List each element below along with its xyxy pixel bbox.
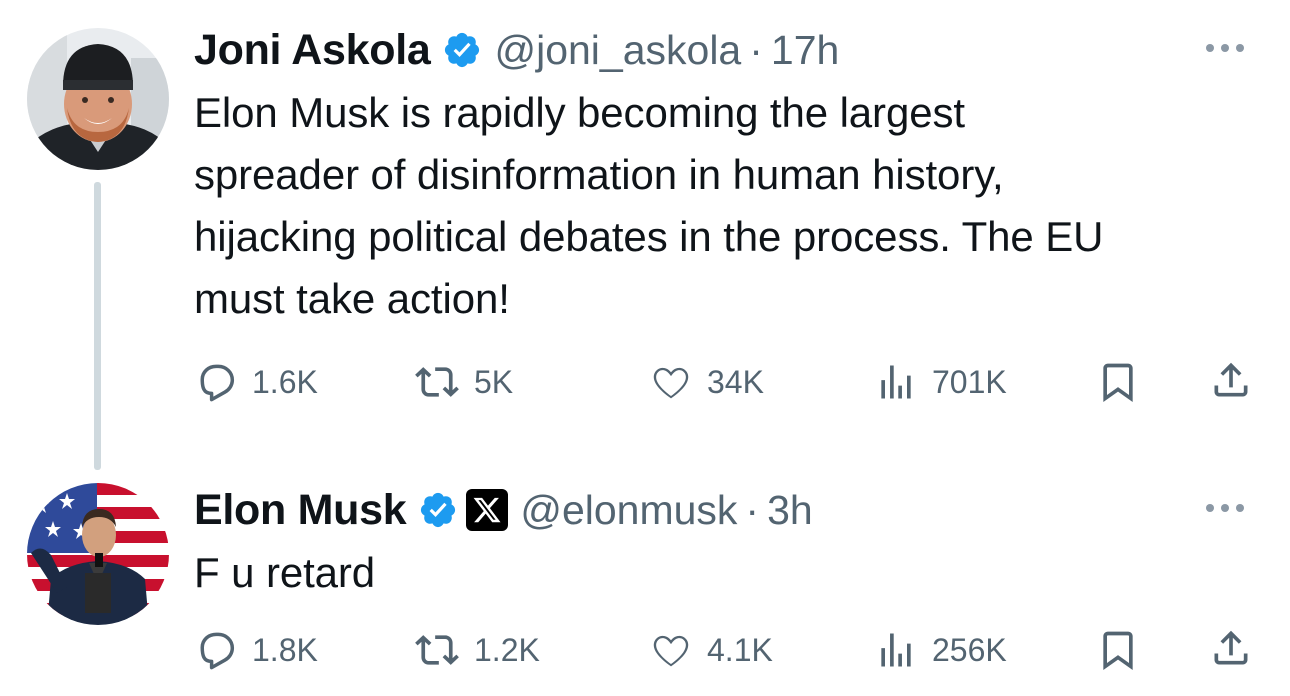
- share-icon: [1214, 630, 1248, 665]
- tweet-text-line: hijacking political debates in the proce…: [194, 213, 1104, 260]
- tweet-header: Joni Askola @joni_askola · 17h: [194, 22, 1260, 78]
- bookmark-icon: [1103, 631, 1133, 671]
- verified-badge-icon: [442, 30, 482, 70]
- author-handle[interactable]: @joni_askola: [494, 27, 741, 74]
- views-icon: [881, 633, 911, 667]
- repost-count: 5K: [474, 363, 514, 400]
- reply-button[interactable]: 1.6K: [194, 360, 318, 404]
- repost-count: 1.2K: [474, 631, 540, 668]
- tweet-text-line: Elon Musk is rapidly becoming the larges…: [194, 89, 965, 136]
- verified-badge-icon: [418, 490, 458, 530]
- bookmark-icon: [1103, 363, 1133, 403]
- share-button[interactable]: [1209, 626, 1253, 670]
- like-button[interactable]: 4.1K: [649, 628, 773, 672]
- reply-icon: [200, 364, 235, 402]
- reply-icon: [200, 632, 235, 670]
- author-name[interactable]: Joni Askola: [194, 26, 431, 75]
- tweet-text-line: spreader of disinformation in human hist…: [194, 151, 1004, 198]
- repost-icon: [415, 635, 459, 665]
- bookmark-button[interactable]: [1096, 360, 1140, 404]
- tweet-content: Elon Musk @elonmusk · 3h F u retard: [194, 482, 1260, 604]
- share-button[interactable]: [1209, 358, 1253, 402]
- repost-button[interactable]: 5K: [414, 360, 513, 404]
- bookmark-button[interactable]: [1096, 628, 1140, 672]
- views-count: 701K: [932, 363, 1007, 400]
- views-button[interactable]: 256K: [874, 628, 1007, 672]
- x-logo-icon[interactable]: [466, 489, 509, 531]
- tweet-header: Elon Musk @elonmusk · 3h: [194, 482, 1260, 538]
- more-icon[interactable]: [1206, 504, 1244, 512]
- like-count: 4.1K: [707, 631, 773, 668]
- action-bar: 1.6K 5K 34K 701K: [194, 350, 1264, 410]
- reply-count: 1.8K: [252, 631, 318, 668]
- views-icon: [881, 365, 911, 399]
- thread-line: [94, 182, 101, 470]
- tweet-content: Joni Askola @joni_askola · 17h Elon Musk…: [194, 22, 1260, 330]
- separator: ·: [749, 26, 763, 73]
- tweet-text: F u retard: [194, 542, 1254, 604]
- tweet-text: Elon Musk is rapidly becoming the larges…: [194, 82, 1254, 330]
- more-icon[interactable]: [1206, 44, 1244, 52]
- heart-icon: [653, 635, 689, 667]
- author-name[interactable]: Elon Musk: [194, 486, 407, 535]
- like-button[interactable]: 34K: [649, 360, 764, 404]
- tweet-joni-askola[interactable]: Joni Askola @joni_askola · 17h Elon Musk…: [0, 0, 1290, 470]
- avatar-elon-musk[interactable]: [27, 483, 169, 625]
- separator: ·: [745, 486, 760, 533]
- heart-icon: [653, 367, 689, 399]
- author-handle[interactable]: @elonmusk: [520, 487, 737, 534]
- timestamp[interactable]: 3h: [767, 487, 813, 534]
- timestamp[interactable]: 17h: [771, 27, 839, 74]
- views-count: 256K: [932, 631, 1007, 668]
- tweet-text-line: must take action!: [194, 275, 510, 322]
- share-icon: [1214, 362, 1248, 397]
- repost-button[interactable]: 1.2K: [414, 628, 540, 672]
- like-count: 34K: [707, 363, 764, 400]
- tweet-elon-musk[interactable]: Elon Musk @elonmusk · 3h F u retard 1.8K…: [0, 470, 1290, 696]
- action-bar: 1.8K 1.2K 4.1K 256K: [194, 618, 1264, 678]
- tweet-text-line: F u retard: [194, 549, 376, 596]
- repost-icon: [415, 367, 459, 397]
- reply-count: 1.6K: [252, 363, 318, 400]
- avatar-joni-askola[interactable]: [27, 28, 169, 170]
- reply-button[interactable]: 1.8K: [194, 628, 318, 672]
- views-button[interactable]: 701K: [874, 360, 1007, 404]
